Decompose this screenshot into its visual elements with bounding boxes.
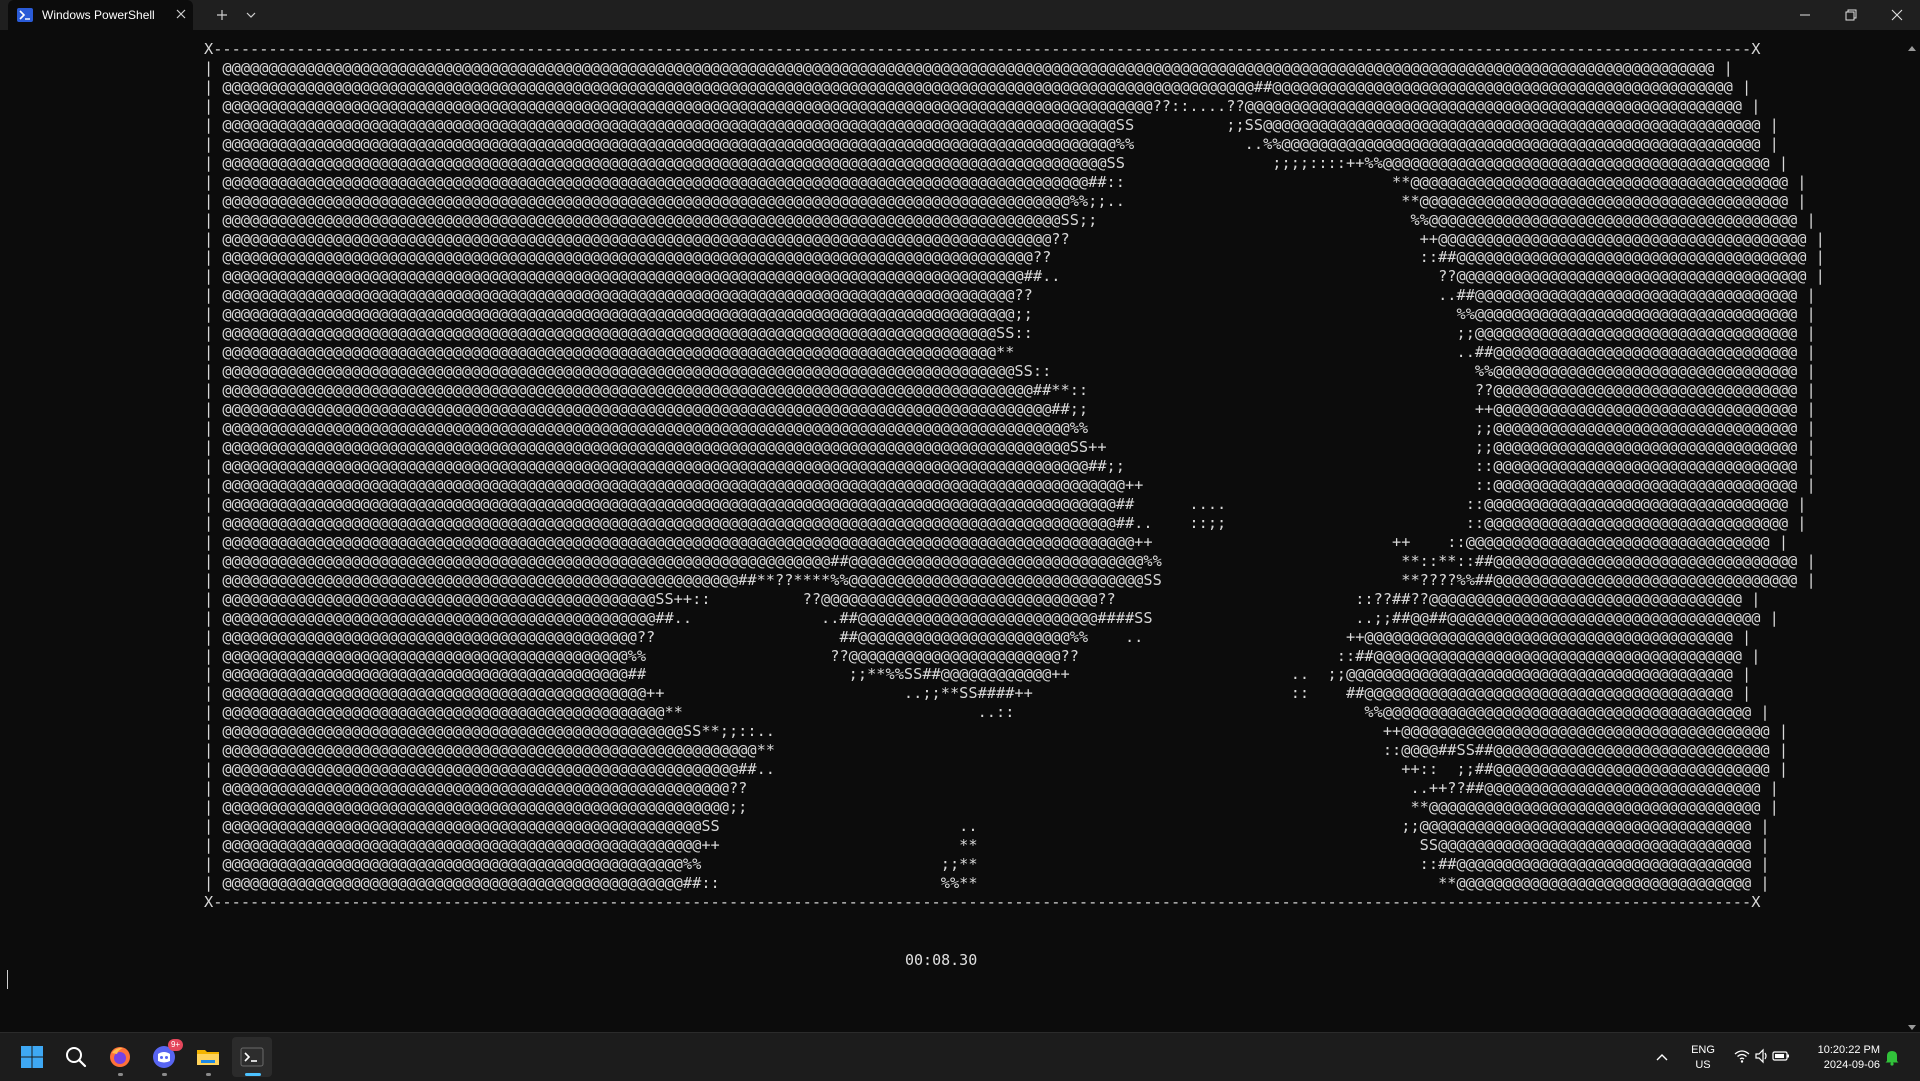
close-tab-icon[interactable] bbox=[172, 5, 190, 23]
ascii-art-frame: X---------------------------------------… bbox=[204, 40, 1825, 912]
ascii-line: | @@@@@@@@@@@@@@@@@@@@@@@@@@@@@@@@@@@@@@… bbox=[204, 646, 1761, 665]
terminal-area[interactable]: X---------------------------------------… bbox=[0, 30, 1904, 1030]
ascii-line: | @@@@@@@@@@@@@@@@@@@@@@@@@@@@@@@@@@@@@@… bbox=[204, 570, 1816, 589]
ascii-line: | @@@@@@@@@@@@@@@@@@@@@@@@@@@@@@@@@@@@@@… bbox=[204, 741, 1789, 760]
system-tray[interactable] bbox=[1728, 1048, 1789, 1066]
ascii-line: | @@@@@@@@@@@@@@@@@@@@@@@@@@@@@@@@@@@@@@… bbox=[204, 456, 1816, 475]
ascii-line: | @@@@@@@@@@@@@@@@@@@@@@@@@@@@@@@@@@@@@@… bbox=[204, 210, 1816, 229]
ascii-line: | @@@@@@@@@@@@@@@@@@@@@@@@@@@@@@@@@@@@@@… bbox=[204, 494, 1807, 513]
input-language-indicator[interactable]: ENG US bbox=[1688, 1043, 1718, 1073]
ascii-line: | @@@@@@@@@@@@@@@@@@@@@@@@@@@@@@@@@@@@@@… bbox=[204, 362, 1816, 381]
ascii-line: | @@@@@@@@@@@@@@@@@@@@@@@@@@@@@@@@@@@@@@… bbox=[204, 286, 1816, 305]
region-code: US bbox=[1695, 1059, 1711, 1071]
ascii-line: | @@@@@@@@@@@@@@@@@@@@@@@@@@@@@@@@@@@@@@… bbox=[204, 817, 1770, 836]
wifi-icon bbox=[1734, 1050, 1750, 1063]
ascii-line: | @@@@@@@@@@@@@@@@@@@@@@@@@@@@@@@@@@@@@@… bbox=[204, 513, 1807, 532]
tab-powershell[interactable]: Windows PowerShell bbox=[8, 0, 193, 30]
ascii-line: X---------------------------------------… bbox=[204, 40, 1761, 58]
ascii-line: | @@@@@@@@@@@@@@@@@@@@@@@@@@@@@@@@@@@@@@… bbox=[204, 172, 1807, 191]
ascii-line: | @@@@@@@@@@@@@@@@@@@@@@@@@@@@@@@@@@@@@@… bbox=[204, 229, 1825, 248]
running-indicator bbox=[118, 1073, 123, 1076]
ascii-line: | @@@@@@@@@@@@@@@@@@@@@@@@@@@@@@@@@@@@@@… bbox=[204, 589, 1761, 608]
system-clock[interactable]: 10:20:22 PM 2024-09-06 bbox=[1800, 1043, 1880, 1073]
taskbar-file-explorer[interactable] bbox=[188, 1037, 228, 1077]
chevron-down-icon[interactable] bbox=[242, 5, 260, 25]
ascii-line: | @@@@@@@@@@@@@@@@@@@@@@@@@@@@@@@@@@@@@@… bbox=[204, 248, 1825, 267]
taskbar-firefox[interactable] bbox=[100, 1037, 140, 1077]
ascii-line: | @@@@@@@@@@@@@@@@@@@@@@@@@@@@@@@@@@@@@@… bbox=[204, 475, 1816, 494]
powershell-icon bbox=[17, 8, 33, 22]
show-hidden-icons-chevron-icon[interactable] bbox=[1655, 1047, 1669, 1066]
battery-icon bbox=[1772, 1051, 1789, 1061]
tab-title: Windows PowerShell bbox=[42, 8, 155, 22]
active-indicator bbox=[245, 1073, 261, 1076]
ascii-line: | @@@@@@@@@@@@@@@@@@@@@@@@@@@@@@@@@@@@@@… bbox=[204, 722, 1789, 741]
ascii-line: | @@@@@@@@@@@@@@@@@@@@@@@@@@@@@@@@@@@@@@… bbox=[204, 58, 1733, 77]
running-indicator bbox=[206, 1073, 211, 1076]
minimize-button[interactable] bbox=[1782, 0, 1828, 30]
ascii-line: | @@@@@@@@@@@@@@@@@@@@@@@@@@@@@@@@@@@@@@… bbox=[204, 836, 1770, 855]
ascii-line: | @@@@@@@@@@@@@@@@@@@@@@@@@@@@@@@@@@@@@@… bbox=[204, 324, 1816, 343]
notification-bell-icon[interactable] bbox=[1884, 1048, 1900, 1070]
ascii-line: | @@@@@@@@@@@@@@@@@@@@@@@@@@@@@@@@@@@@@@… bbox=[204, 760, 1789, 779]
clock-date: 2024-09-06 bbox=[1823, 1059, 1880, 1071]
ascii-line: | @@@@@@@@@@@@@@@@@@@@@@@@@@@@@@@@@@@@@@… bbox=[204, 115, 1779, 134]
ascii-line: | @@@@@@@@@@@@@@@@@@@@@@@@@@@@@@@@@@@@@@… bbox=[204, 779, 1779, 798]
ascii-line: | @@@@@@@@@@@@@@@@@@@@@@@@@@@@@@@@@@@@@@… bbox=[204, 77, 1752, 96]
ascii-line: | @@@@@@@@@@@@@@@@@@@@@@@@@@@@@@@@@@@@@@… bbox=[204, 551, 1816, 570]
clock-time: 10:20:22 PM bbox=[1817, 1044, 1880, 1056]
new-tab-plus-icon[interactable] bbox=[212, 5, 232, 25]
ascii-line: | @@@@@@@@@@@@@@@@@@@@@@@@@@@@@@@@@@@@@@… bbox=[204, 798, 1779, 817]
ascii-line: | @@@@@@@@@@@@@@@@@@@@@@@@@@@@@@@@@@@@@@… bbox=[204, 305, 1816, 324]
volume-icon bbox=[1755, 1048, 1767, 1064]
restore-button[interactable] bbox=[1828, 0, 1874, 30]
ascii-line: | @@@@@@@@@@@@@@@@@@@@@@@@@@@@@@@@@@@@@@… bbox=[204, 873, 1770, 892]
ascii-line: | @@@@@@@@@@@@@@@@@@@@@@@@@@@@@@@@@@@@@@… bbox=[204, 854, 1770, 873]
playback-timer: 00:08.30 bbox=[905, 951, 978, 969]
taskbar-terminal[interactable] bbox=[232, 1037, 272, 1077]
search-button[interactable] bbox=[56, 1037, 96, 1077]
ascii-line: | @@@@@@@@@@@@@@@@@@@@@@@@@@@@@@@@@@@@@@… bbox=[204, 419, 1816, 438]
ascii-line: | @@@@@@@@@@@@@@@@@@@@@@@@@@@@@@@@@@@@@@… bbox=[204, 343, 1816, 362]
title-bar: Windows PowerShell bbox=[0, 0, 1920, 30]
ascii-line: | @@@@@@@@@@@@@@@@@@@@@@@@@@@@@@@@@@@@@@… bbox=[204, 381, 1816, 400]
ascii-line: | @@@@@@@@@@@@@@@@@@@@@@@@@@@@@@@@@@@@@@… bbox=[204, 627, 1752, 646]
scroll-up-arrow-icon[interactable] bbox=[1908, 36, 1916, 55]
close-window-button[interactable] bbox=[1874, 0, 1920, 30]
lang-code: ENG bbox=[1691, 1044, 1715, 1056]
vertical-scrollbar[interactable] bbox=[1904, 30, 1920, 1030]
ascii-line: | @@@@@@@@@@@@@@@@@@@@@@@@@@@@@@@@@@@@@@… bbox=[204, 400, 1816, 419]
ascii-line: | @@@@@@@@@@@@@@@@@@@@@@@@@@@@@@@@@@@@@@… bbox=[204, 134, 1779, 153]
ascii-line: | @@@@@@@@@@@@@@@@@@@@@@@@@@@@@@@@@@@@@@… bbox=[204, 191, 1807, 210]
notification-badge: 9+ bbox=[168, 1039, 183, 1051]
taskbar-discord[interactable]: 9+ bbox=[144, 1037, 184, 1077]
taskbar: 9+ ENG US 10:20:22 PM 2024-09-06 bbox=[0, 1032, 1920, 1081]
text-cursor bbox=[7, 970, 8, 989]
ascii-line: | @@@@@@@@@@@@@@@@@@@@@@@@@@@@@@@@@@@@@@… bbox=[204, 153, 1789, 172]
ascii-line: | @@@@@@@@@@@@@@@@@@@@@@@@@@@@@@@@@@@@@@… bbox=[204, 608, 1779, 627]
ascii-line: X---------------------------------------… bbox=[204, 892, 1761, 911]
running-indicator bbox=[162, 1073, 167, 1076]
ascii-line: | @@@@@@@@@@@@@@@@@@@@@@@@@@@@@@@@@@@@@@… bbox=[204, 703, 1770, 722]
ascii-line: | @@@@@@@@@@@@@@@@@@@@@@@@@@@@@@@@@@@@@@… bbox=[204, 96, 1761, 115]
ascii-line: | @@@@@@@@@@@@@@@@@@@@@@@@@@@@@@@@@@@@@@… bbox=[204, 665, 1752, 684]
start-button[interactable] bbox=[12, 1037, 52, 1077]
ascii-line: | @@@@@@@@@@@@@@@@@@@@@@@@@@@@@@@@@@@@@@… bbox=[204, 438, 1816, 457]
ascii-line: | @@@@@@@@@@@@@@@@@@@@@@@@@@@@@@@@@@@@@@… bbox=[204, 532, 1789, 551]
ascii-line: | @@@@@@@@@@@@@@@@@@@@@@@@@@@@@@@@@@@@@@… bbox=[204, 684, 1752, 703]
ascii-line: | @@@@@@@@@@@@@@@@@@@@@@@@@@@@@@@@@@@@@@… bbox=[204, 267, 1825, 286]
